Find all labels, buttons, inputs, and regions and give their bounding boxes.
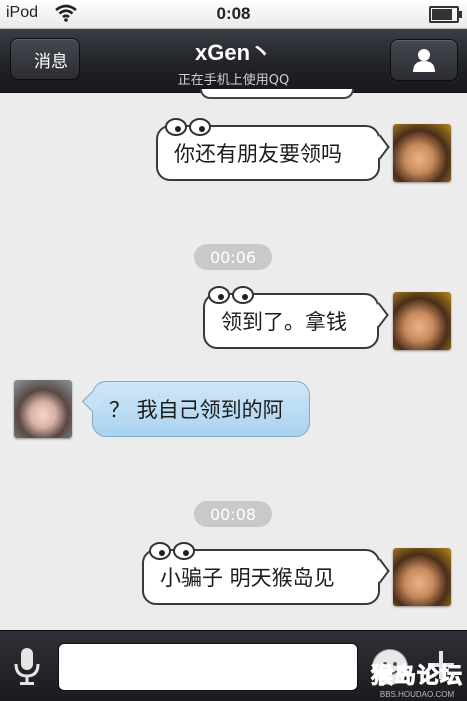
- bubble-eyes-decoration: [208, 286, 254, 304]
- bubble-eyes-decoration: [149, 542, 195, 560]
- watermark-logo-text: 猴岛论坛: [370, 664, 463, 690]
- watermark-url: BBS.HOUDAO.COM: [379, 690, 455, 699]
- message-bubble-outgoing[interactable]: 小骗子 明天猴岛见: [142, 542, 380, 605]
- message-text: ？ 我自己领到的阿: [109, 398, 284, 422]
- message-text: 领到了。拿钱: [221, 310, 347, 334]
- my-avatar[interactable]: [393, 548, 451, 606]
- clock: 0:08: [216, 4, 251, 23]
- status-bar: iPod 0:08: [0, 0, 467, 29]
- profile-button[interactable]: [390, 39, 458, 81]
- battery-icon: [429, 6, 462, 23]
- previous-message-edge: [200, 89, 354, 99]
- message-bubble-incoming[interactable]: ？ 我自己领到的阿: [92, 381, 310, 437]
- chat-area[interactable]: 你还有朋友要领吗 00:06 领到了。拿钱 ？ 我自己领到的阿 00:08 小骗…: [0, 89, 467, 630]
- bubble-eyes-decoration: [165, 118, 211, 136]
- message-input[interactable]: [58, 643, 358, 691]
- my-avatar[interactable]: [393, 124, 451, 182]
- nav-bar: 消息 xGen丶 正在手机上使用QQ: [0, 29, 467, 93]
- forum-watermark: 猴岛论坛 BBS.HOUDAO.COM: [370, 658, 463, 700]
- battery-fill: [432, 9, 453, 20]
- timestamp: 00:08: [194, 501, 272, 527]
- message-text: 小骗子 明天猴岛见: [160, 566, 335, 590]
- contact-avatar[interactable]: [14, 380, 72, 438]
- timestamp: 00:06: [194, 244, 272, 270]
- person-icon: [413, 49, 435, 72]
- my-avatar[interactable]: [393, 292, 451, 350]
- message-bubble-outgoing[interactable]: 你还有朋友要领吗: [156, 118, 380, 181]
- input-bar: 猴岛论坛 BBS.HOUDAO.COM: [0, 630, 467, 701]
- microphone-icon[interactable]: [12, 646, 42, 690]
- message-text: 你还有朋友要领吗: [174, 142, 342, 166]
- message-bubble-outgoing[interactable]: 领到了。拿钱: [203, 286, 379, 349]
